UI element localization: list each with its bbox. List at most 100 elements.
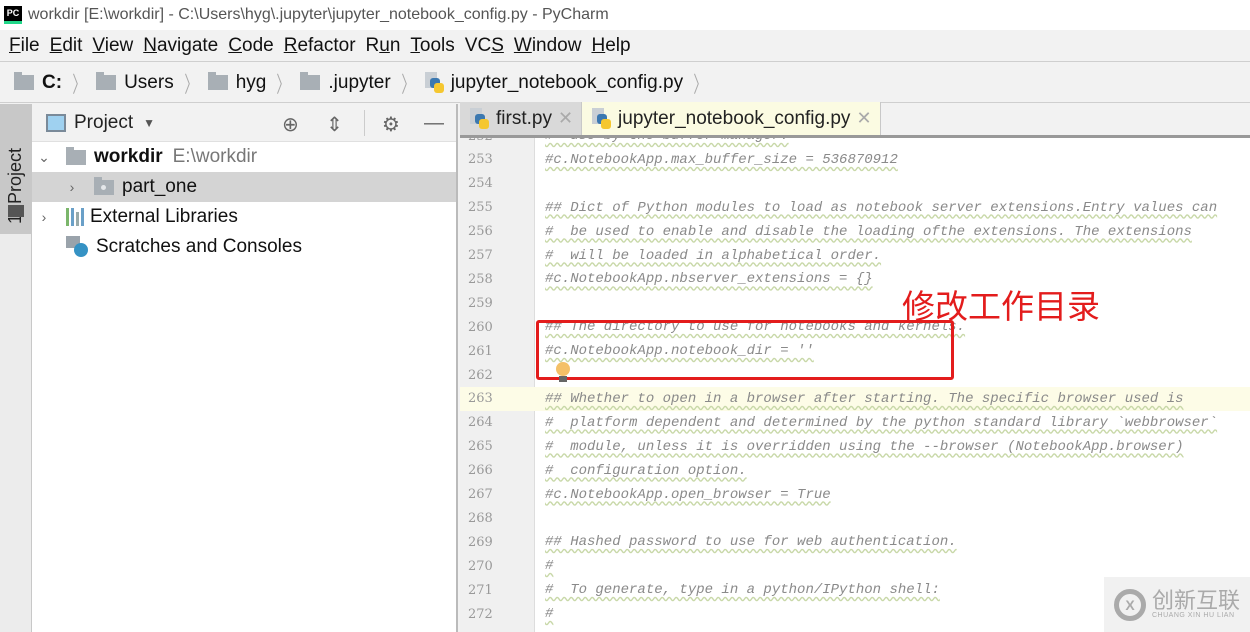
tree-item-external-libraries[interactable]: › External Libraries bbox=[32, 202, 456, 232]
tab-first-py[interactable]: first.py ✕ bbox=[460, 102, 583, 135]
breadcrumb-item-hyg[interactable]: hyg 〉 bbox=[207, 67, 301, 99]
code-line[interactable]: 258 #c.NotebookApp.nbserver_extensions = … bbox=[460, 267, 1250, 291]
menu-tools[interactable]: Tools bbox=[410, 35, 454, 57]
breadcrumb-item-users[interactable]: Users 〉 bbox=[96, 67, 208, 99]
line-number: 259 bbox=[468, 295, 493, 311]
libraries-icon bbox=[66, 208, 84, 226]
code-line[interactable]: 256 # be used to enable and disable the l… bbox=[460, 220, 1250, 244]
project-panel-header: Project ▼ ⊕ ⇕ ⚙ — bbox=[32, 104, 456, 142]
line-number: 268 bbox=[468, 510, 493, 526]
breadcrumb-item-jupyter[interactable]: .jupyter 〉 bbox=[300, 67, 424, 99]
project-tool-window-tab[interactable]: 1: Project bbox=[0, 104, 31, 234]
annotation-text: 修改工作目录 bbox=[902, 287, 1100, 326]
tab-jupyter-notebook-config[interactable]: jupyter_notebook_config.py ✕ bbox=[582, 102, 881, 135]
code-text: # will be loaded in alphabetical order. bbox=[545, 247, 882, 264]
project-view-icon bbox=[46, 113, 66, 132]
code-text: ## Dict of Python modules to load as not… bbox=[545, 199, 1218, 216]
folder-icon bbox=[207, 72, 228, 90]
folder-icon bbox=[66, 146, 86, 165]
code-line[interactable]: 254 bbox=[460, 172, 1250, 196]
code-line[interactable]: 265 # module, unless it is overridden usi… bbox=[460, 435, 1250, 459]
chevron-right-icon[interactable]: › bbox=[34, 209, 54, 225]
menu-refactor[interactable]: Refactor bbox=[284, 35, 356, 57]
code-text: # configuration option. bbox=[545, 462, 747, 479]
hide-panel-icon[interactable]: — bbox=[424, 112, 444, 135]
line-number: 261 bbox=[468, 343, 493, 359]
breadcrumb-item-drive[interactable]: C: 〉 bbox=[14, 67, 96, 99]
chevron-right-icon: 〉 bbox=[72, 71, 86, 97]
line-number: 266 bbox=[468, 463, 493, 479]
window-title: workdir [E:\workdir] - C:\Users\hyg\.jup… bbox=[28, 6, 609, 23]
tree-item-label: Scratches and Consoles bbox=[96, 236, 302, 257]
code-line[interactable]: 267 #c.NotebookApp.open_browser = True bbox=[460, 483, 1250, 507]
toolbar-divider bbox=[364, 110, 365, 136]
annotation-highlight-box bbox=[536, 320, 954, 380]
breadcrumb-item-file[interactable]: jupyter_notebook_config.py 〉 bbox=[424, 67, 717, 99]
code-line[interactable]: 263 ## Whether to open in a browser after… bbox=[460, 386, 1250, 411]
menu-file[interactable]: File bbox=[9, 35, 40, 57]
project-view-selector[interactable]: Project bbox=[74, 112, 133, 134]
editor: first.py ✕ jupyter_notebook_config.py ✕ … bbox=[460, 102, 1250, 632]
line-number: 252 bbox=[460, 138, 535, 144]
code-line[interactable]: 252# use by the buffer manager. bbox=[460, 138, 1250, 148]
chevron-right-icon: 〉 bbox=[276, 71, 290, 97]
project-panel: Project ▼ ⊕ ⇕ ⚙ — ⌄ workdir E:\workdir ›… bbox=[32, 104, 458, 632]
code-line[interactable]: 266 # configuration option. bbox=[460, 459, 1250, 483]
code-line[interactable]: 268 bbox=[460, 506, 1250, 530]
tree-item-scratches[interactable]: Scratches and Consoles bbox=[32, 232, 456, 262]
code-text: # module, unless it is overridden using … bbox=[545, 438, 1184, 455]
code-line[interactable]: 269 ## Hashed password to use for web aut… bbox=[460, 530, 1250, 554]
code-text: # use by the buffer manager. bbox=[535, 138, 789, 144]
python-file-icon bbox=[470, 107, 490, 130]
code-text: # bbox=[545, 606, 554, 622]
code-line[interactable]: 259 bbox=[460, 291, 1250, 315]
code-line[interactable]: 264 # platform dependent and determined b… bbox=[460, 411, 1250, 435]
collapse-all-icon[interactable]: ⇕ bbox=[326, 112, 343, 137]
chevron-down-icon[interactable]: ⌄ bbox=[34, 149, 54, 166]
menu-vcs[interactable]: VCS bbox=[465, 35, 504, 57]
code-text: ## Hashed password to use for web authen… bbox=[545, 534, 957, 551]
line-number: 258 bbox=[468, 271, 493, 287]
breadcrumb-label: jupyter_notebook_config.py bbox=[450, 71, 684, 93]
code-line[interactable]: 255 ## Dict of Python modules to load as … bbox=[460, 196, 1250, 220]
watermark-cn: 创新互联 bbox=[1152, 588, 1241, 613]
tab-label: first.py bbox=[496, 107, 552, 129]
menu-window[interactable]: Window bbox=[514, 35, 582, 57]
lightbulb-icon[interactable] bbox=[556, 362, 570, 382]
dropdown-arrow-icon[interactable]: ▼ bbox=[143, 116, 155, 130]
watermark: X 创新互联 CHUANG XIN HU LIAN bbox=[1104, 577, 1250, 632]
menu-edit[interactable]: Edit bbox=[50, 35, 83, 57]
line-number: 256 bbox=[468, 224, 493, 240]
menu-help[interactable]: Help bbox=[591, 35, 630, 57]
menu-navigate[interactable]: Navigate bbox=[143, 35, 218, 57]
code-text: # To generate, type in a python/IPython … bbox=[545, 582, 940, 599]
menu-view[interactable]: View bbox=[92, 35, 133, 57]
menu-code[interactable]: Code bbox=[228, 35, 273, 57]
gear-icon[interactable]: ⚙ bbox=[382, 112, 400, 137]
watermark-logo-icon: X bbox=[1114, 588, 1146, 621]
locate-file-icon[interactable]: ⊕ bbox=[282, 112, 299, 137]
chevron-right-icon: 〉 bbox=[184, 71, 198, 97]
code-line[interactable]: 257 # will be loaded in alphabetical orde… bbox=[460, 244, 1250, 268]
tab-label: jupyter_notebook_config.py bbox=[618, 107, 851, 129]
line-number: 271 bbox=[468, 582, 493, 598]
tree-item-label: workdir bbox=[94, 146, 163, 167]
tree-item-part-one[interactable]: › part_one bbox=[32, 172, 456, 202]
tree-item-label: External Libraries bbox=[90, 206, 238, 227]
code-line[interactable]: 253 #c.NotebookApp.max_buffer_size = 5368… bbox=[460, 148, 1250, 172]
breadcrumb: C: 〉 Users 〉 hyg 〉 .jupyter 〉 jupyter_no… bbox=[0, 63, 1250, 103]
chevron-right-icon[interactable]: › bbox=[62, 179, 82, 195]
close-icon[interactable]: ✕ bbox=[856, 108, 871, 129]
tree-item-workdir[interactable]: ⌄ workdir E:\workdir bbox=[32, 142, 456, 172]
code-text: # platform dependent and determined by t… bbox=[545, 414, 1218, 431]
python-file-icon bbox=[424, 71, 445, 94]
code-area[interactable]: 252# use by the buffer manager. 253 #c.Not… bbox=[460, 138, 1250, 632]
menu-run[interactable]: Run bbox=[366, 35, 401, 57]
close-icon[interactable]: ✕ bbox=[558, 108, 573, 129]
tree-item-path: E:\workdir bbox=[172, 146, 258, 167]
code-line[interactable]: 270 # bbox=[460, 554, 1250, 578]
code-text: #c.NotebookApp.open_browser = True bbox=[545, 486, 831, 503]
code-text: #c.NotebookApp.nbserver_extensions = {} bbox=[545, 271, 873, 288]
line-number: 263 bbox=[468, 391, 493, 407]
line-number: 265 bbox=[468, 439, 493, 455]
